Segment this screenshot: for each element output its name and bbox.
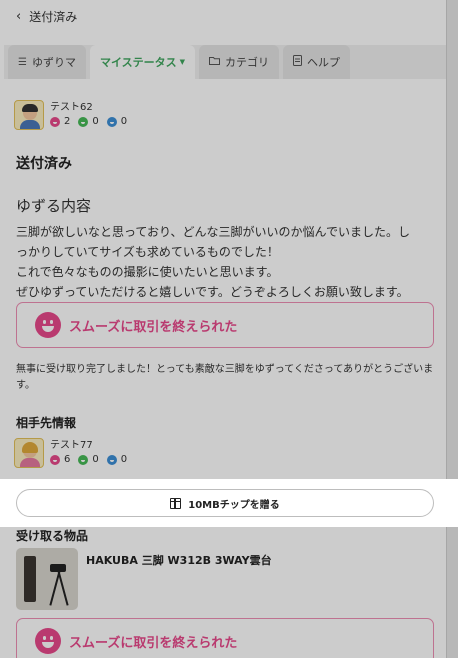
tab-yuzurima[interactable]: ☰ ゆずりマ: [8, 45, 86, 79]
smile-icon: [35, 312, 61, 338]
description: 三脚が欲しいなと思っており、どんな三脚がいいのか悩んでいました。し っかりしてい…: [16, 222, 436, 302]
partner-heading: 相手先情報: [16, 416, 77, 430]
avatar-hair: [22, 104, 38, 112]
rating-normal-count: 0: [92, 454, 99, 465]
gift-icon: [170, 497, 182, 509]
user-ratings: 2 0 0: [50, 115, 135, 129]
help-doc-icon: [293, 55, 303, 69]
tab-label: カテゴリ: [225, 56, 270, 69]
avatar-body: [20, 458, 40, 467]
user-info: テスト62 2 0 0: [50, 101, 135, 129]
status-heading: 送付済み: [16, 156, 72, 172]
received-item-heading: 受け取る物品: [16, 529, 89, 543]
tab-bar: ☰ ゆずりマ マイステータス ▼ カテゴリ ヘルプ: [4, 45, 446, 79]
description-line: これで色々なものの撮影に使いたいと思います。: [16, 265, 279, 279]
rating-normal: 0: [78, 453, 99, 467]
evaluation-label: スムーズに取引を終えられた: [69, 635, 238, 651]
scrollbar[interactable]: [446, 0, 458, 658]
tab-my-status[interactable]: マイステータス ▼: [89, 45, 196, 79]
avatar[interactable]: [14, 100, 44, 130]
tab-label: ゆずりマ: [31, 56, 76, 69]
item-thumbnail[interactable]: [16, 548, 78, 610]
evaluation-label: スムーズに取引を終えられた: [69, 319, 238, 335]
avatar-body: [20, 120, 40, 129]
received-item[interactable]: HAKUBA 三脚 W312B 3WAY雲台: [16, 548, 272, 610]
partner-user[interactable]: テスト77 6 0 0: [14, 437, 135, 469]
item-thumbnail-bag: [24, 556, 36, 602]
normal-face-icon: [78, 455, 89, 465]
chevron-left-icon[interactable]: ‹: [16, 9, 21, 24]
folder-icon: [209, 56, 221, 68]
content-heading: ゆずる内容: [16, 197, 92, 215]
rating-good: 2: [50, 115, 70, 129]
description-line: っかりしていてサイズも求めているものでした！: [16, 245, 279, 259]
header-bar: ‹ 送付済み: [0, 0, 446, 32]
send-tip-button[interactable]: 10MBチップを贈る: [16, 489, 434, 517]
user-name: テスト77: [50, 440, 93, 451]
tab-label: ヘルプ: [307, 56, 341, 69]
description-line: 三脚が欲しいなと思っており、どんな三脚がいいのか悩んでいました。し: [16, 225, 410, 239]
owner-user[interactable]: テスト62 2 0 0: [14, 99, 135, 131]
user-name: テスト62: [50, 102, 93, 113]
user-ratings: 6 0 0: [50, 453, 135, 467]
rating-bad-count: 0: [120, 454, 128, 465]
rating-good-count: 6: [64, 454, 71, 465]
tab-help[interactable]: ヘルプ: [283, 45, 351, 79]
good-face-icon: [50, 455, 60, 465]
item-name[interactable]: HAKUBA 三脚 W312B 3WAY雲台: [86, 552, 272, 610]
rating-normal: 0: [78, 115, 99, 129]
rating-normal-count: 0: [92, 116, 99, 127]
tab-category[interactable]: カテゴリ: [199, 45, 280, 79]
avatar-hair: [22, 442, 38, 453]
caret-down-icon: ▼: [179, 58, 186, 66]
rating-good-count: 2: [64, 116, 71, 127]
item-thumbnail-head: [50, 564, 66, 572]
item-thumbnail-leg: [57, 570, 69, 606]
evaluation-box-received: スムーズに取引を終えられた: [16, 618, 434, 658]
user-info: テスト77 6 0 0: [50, 439, 135, 467]
send-tip-label: 10MBチップを贈る: [188, 499, 280, 511]
good-face-icon: [50, 117, 60, 127]
bad-face-icon: [106, 117, 117, 127]
header-title[interactable]: 送付済み: [29, 8, 77, 25]
tab-label: マイステータス: [99, 56, 177, 69]
normal-face-icon: [78, 117, 89, 127]
evaluation-box: スムーズに取引を終えられた: [16, 302, 434, 348]
evaluation-comment: 無事に受け取り完了しました！とっても素敵な三脚をゆずってくださってありがとうござ…: [16, 364, 434, 391]
description-line: ぜひゆずっていただけると嬉しいです。どうぞよろしくお願い致します。: [16, 285, 409, 299]
bad-face-icon: [106, 455, 117, 465]
rating-good: 6: [50, 453, 70, 467]
list-icon: ☰: [18, 56, 27, 68]
smile-icon: [35, 628, 61, 654]
rating-bad: 0: [106, 115, 128, 129]
rating-bad: 0: [106, 453, 128, 467]
app-page: ‹ 送付済み ☰ ゆずりマ マイステータス ▼ カテゴリ ヘルプ テスト62 2…: [0, 0, 446, 658]
avatar[interactable]: [14, 438, 44, 468]
rating-bad-count: 0: [120, 116, 128, 127]
